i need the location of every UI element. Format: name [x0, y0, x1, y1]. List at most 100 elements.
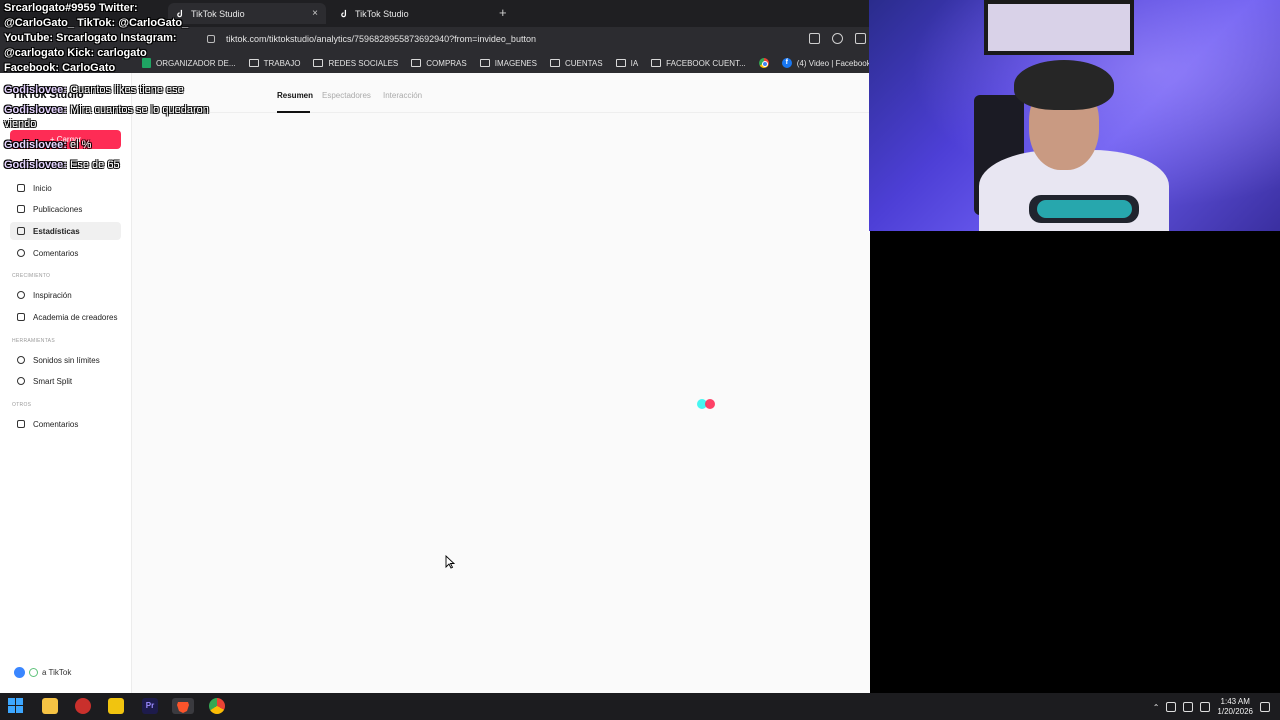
clock-time: 1:43 AM [1220, 697, 1250, 706]
app-icon-red[interactable] [75, 698, 91, 714]
bookmark-facebook-video[interactable]: f (4) Video | Facebook [781, 58, 871, 68]
tab-title: TikTok Studio [355, 8, 409, 19]
folder-icon [313, 59, 324, 67]
tab-interaccion[interactable]: Interacción [383, 91, 422, 100]
bookmark-label: IMAGENES [494, 58, 537, 68]
streamer-cap [1014, 60, 1114, 110]
bookmark-imagenes[interactable]: IMAGENES [479, 58, 537, 68]
sidebar-item-comentarios-otros[interactable]: Comentarios [10, 415, 121, 433]
sidebar-item-estadisticas[interactable]: Estadísticas [10, 222, 121, 240]
chat-text: el % [70, 139, 92, 151]
zoom-icon[interactable] [832, 33, 843, 44]
sidebar-item-label: Academia de creadores [33, 312, 118, 322]
folder-icon [248, 59, 259, 67]
notifications-icon[interactable] [1260, 702, 1270, 712]
folder-icon [651, 59, 662, 67]
bookmark-label: REDES SOCIALES [328, 58, 399, 68]
share-icon[interactable] [855, 33, 866, 44]
music-icon [17, 356, 25, 364]
brave-browser-icon[interactable] [172, 698, 194, 714]
chat-message: Godislovee: Ese de 65 [4, 158, 224, 172]
close-tab-icon[interactable]: × [312, 8, 318, 19]
loading-spinner [697, 399, 717, 409]
academy-icon [17, 313, 25, 321]
address-bar[interactable]: tiktok.com/tiktokstudio/analytics/759682… [226, 34, 536, 44]
comments-icon [17, 249, 25, 257]
sidebar-item-label: Publicaciones [33, 204, 83, 214]
folder-icon [615, 59, 626, 67]
comments-icon [17, 420, 25, 428]
tab-espectadores[interactable]: Espectadores [322, 91, 371, 100]
chevron-up-icon[interactable]: ⌃ [1153, 703, 1160, 712]
tiktok-icon [340, 9, 349, 18]
volume-icon[interactable] [1166, 702, 1177, 712]
wall-poster [984, 0, 1134, 55]
sidebar-item-label: Inicio [33, 183, 52, 193]
stream-socials-overlay: Srcarlogato#9959 Twitter: @CarloGato_ Ti… [4, 2, 189, 74]
mouse-cursor-icon [445, 555, 455, 569]
bookmark-trabajo[interactable]: TRABAJO [248, 58, 301, 68]
taskbar-clock[interactable]: 1:43 AM 1/20/2026 [1217, 697, 1253, 717]
section-label-otros: OTROS [12, 402, 32, 408]
bookmark-chrome[interactable] [758, 58, 769, 68]
clock-date: 1/20/2026 [1217, 707, 1253, 716]
bookmark-cuentas[interactable]: CUENTAS [549, 58, 603, 68]
chat-username: Godislovee: [4, 139, 67, 151]
sidebar-item-label: Comentarios [33, 419, 79, 429]
browser-tab[interactable]: TikTok Studio [332, 3, 492, 24]
sidebar-item-label: Smart Split [33, 376, 73, 386]
notes-icon[interactable] [108, 698, 124, 714]
chat-message: Godislovee: el % [4, 138, 224, 152]
sidebar-item-label: Comentarios [33, 248, 79, 258]
bookmark-label: FACEBOOK CUENT... [666, 58, 746, 68]
windows-start-icon[interactable] [8, 698, 24, 714]
network-icon[interactable] [1183, 702, 1194, 712]
sidebar-item-inspiracion[interactable]: Inspiración [10, 286, 121, 304]
posts-icon [17, 205, 25, 213]
sidebar-item-sonidos[interactable]: Sonidos sin límites [10, 351, 121, 369]
scissors-icon [17, 377, 25, 385]
chat-message: Godislovee: Mira cuantos se lo quedaron … [4, 103, 224, 131]
site-info-icon[interactable] [207, 35, 215, 43]
chrome-icon [758, 58, 769, 68]
battery-icon[interactable] [1200, 702, 1211, 712]
premiere-pro-icon[interactable]: Pr [142, 698, 158, 714]
facebook-icon: f [781, 58, 792, 68]
sidebar-item-comentarios[interactable]: Comentarios [10, 244, 121, 262]
tab-resumen[interactable]: Resumen [277, 91, 313, 100]
chrome-taskbar-icon[interactable] [209, 698, 225, 714]
bookmark-label: (4) Video | Facebook [796, 58, 871, 68]
toolbar-actions [809, 33, 866, 44]
bookmark-redes-sociales[interactable]: REDES SOCIALES [313, 59, 398, 68]
chat-username: Godislovee: [4, 159, 67, 171]
sidebar-item-academia[interactable]: Academia de creadores [10, 308, 121, 326]
bookmark-label: CUENTAS [564, 58, 603, 68]
sidebar-item-inicio[interactable]: Inicio [10, 179, 121, 197]
webcam-feed [869, 0, 1280, 231]
microphone-light [1037, 200, 1132, 218]
system-tray: ⌃ 1:43 AM 1/20/2026 [1153, 697, 1270, 717]
folder-icon [549, 59, 560, 67]
tiktok-app-icon [14, 667, 25, 678]
section-label-herramientas: HERRAMIENTAS [12, 338, 55, 344]
open-external-icon[interactable] [809, 33, 820, 44]
analytics-tabs: Resumen Espectadores Interacción [132, 73, 870, 113]
bookmark-ia[interactable]: IA [615, 58, 639, 68]
folder-icon [411, 59, 422, 67]
file-explorer-icon[interactable] [42, 698, 58, 714]
sidebar-item-smart-split[interactable]: Smart Split [10, 372, 121, 390]
chat-text: Cuantos likes tiene ese [70, 84, 184, 96]
bookmark-compras[interactable]: COMPRAS [411, 59, 467, 68]
back-to-tiktok-link[interactable]: a TikTok [14, 667, 71, 678]
loading-dot-red [705, 399, 715, 409]
sidebar-item-label: Inspiración [33, 290, 72, 300]
bookmark-label: TRABAJO [263, 58, 301, 68]
active-tab-indicator [277, 111, 310, 113]
bookmark-facebook-cuentas[interactable]: FACEBOOK CUENT... [651, 59, 746, 68]
sidebar-item-label: Estadísticas [33, 226, 80, 236]
chat-message: Godislovee: Cuantos likes tiene ese [4, 83, 224, 97]
bookmark-label: IA [630, 58, 639, 68]
new-tab-button[interactable]: + [499, 5, 507, 20]
sidebar-item-publicaciones[interactable]: Publicaciones [10, 200, 121, 218]
chat-text: Ese de 65 [70, 159, 120, 171]
